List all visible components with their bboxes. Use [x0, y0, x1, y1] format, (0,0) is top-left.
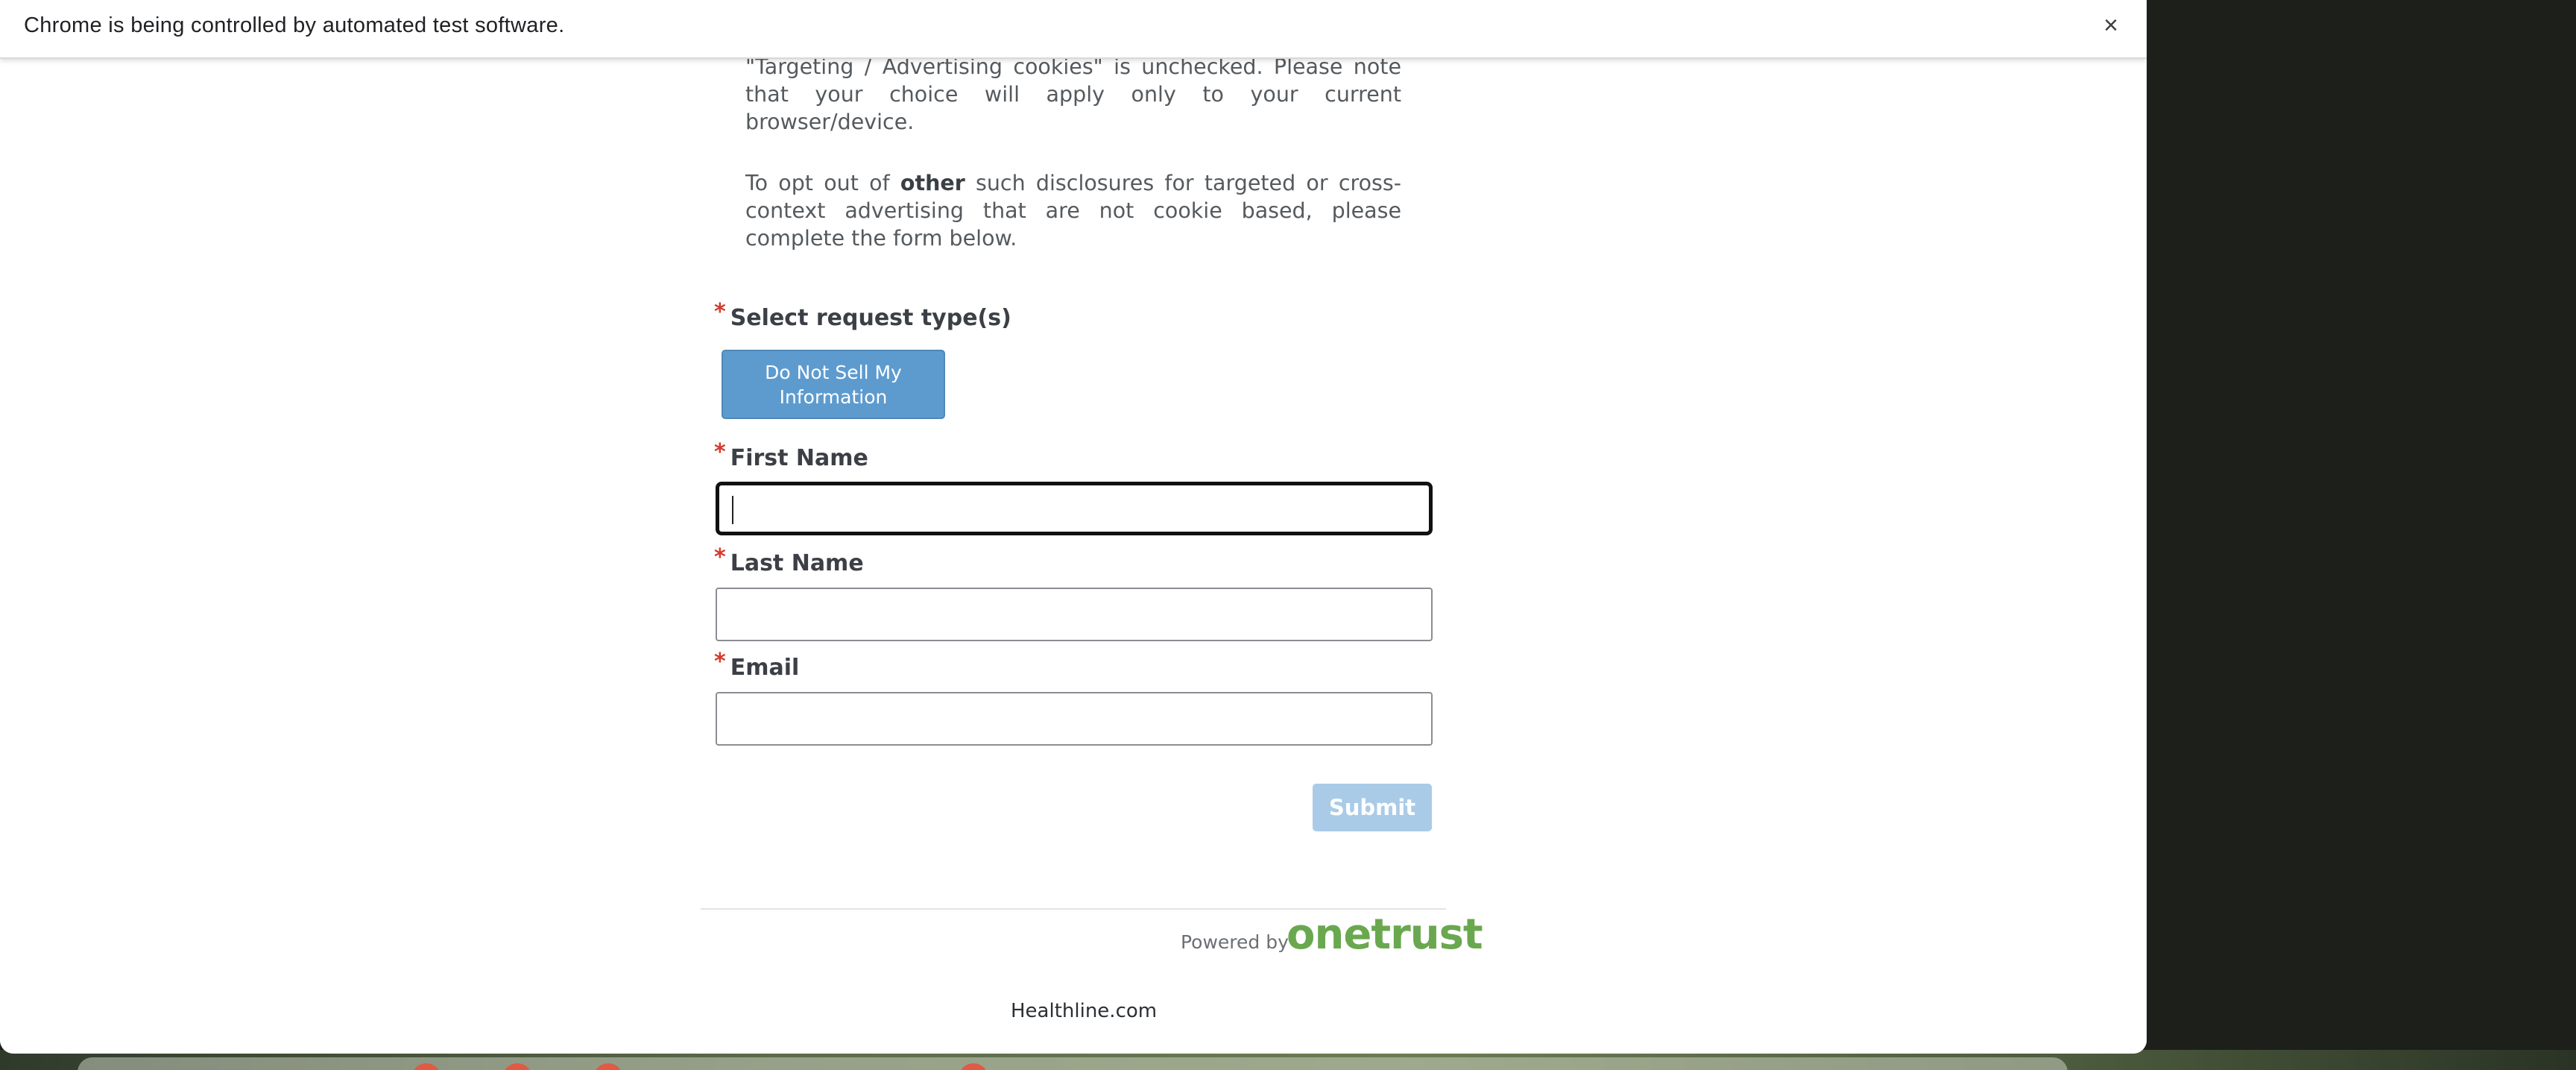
email-label: * Email: [714, 649, 800, 681]
email-input[interactable]: [716, 692, 1433, 746]
dock: [78, 1057, 2068, 1070]
optout-paragraph: To opt out of other such disclosures for…: [745, 169, 1401, 252]
last-name-input[interactable]: [716, 588, 1433, 641]
browser-window: Chrome is being controlled by automated …: [0, 0, 2147, 1054]
required-marker: *: [714, 649, 726, 675]
onetrust-logo[interactable]: onetrust: [1287, 910, 1483, 959]
required-marker: *: [714, 544, 726, 570]
first-name-label: * First Name: [714, 439, 868, 471]
last-name-label: * Last Name: [714, 544, 864, 576]
page-content: footer of our website and checking that …: [0, 27, 2147, 1054]
optout-emphasis: other: [900, 171, 965, 195]
automation-infobar: Chrome is being controlled by automated …: [0, 0, 2147, 59]
powered-by-text: Powered by: [1181, 931, 1289, 953]
close-icon[interactable]: ×: [2096, 10, 2126, 40]
footer-divider: [701, 908, 1446, 910]
email-label-text: Email: [730, 655, 800, 681]
submit-button[interactable]: Submit: [1313, 784, 1432, 831]
infobar-message: Chrome is being controlled by automated …: [24, 13, 565, 37]
text-cursor: [732, 496, 733, 524]
required-marker: *: [714, 439, 726, 465]
last-name-label-text: Last Name: [730, 550, 864, 576]
request-type-label-text: Select request type(s): [730, 305, 1011, 331]
optout-text-start: To opt out of: [745, 171, 900, 195]
screen: Chrome is being controlled by automated …: [0, 0, 2576, 1070]
first-name-input[interactable]: [716, 482, 1433, 535]
required-marker: *: [714, 299, 726, 325]
do-not-sell-button[interactable]: Do Not Sell My Information: [722, 350, 945, 419]
first-name-label-text: First Name: [730, 445, 868, 471]
request-type-label: * Select request type(s): [714, 299, 1011, 331]
site-footer-text: Healthline.com: [1011, 1000, 1158, 1022]
